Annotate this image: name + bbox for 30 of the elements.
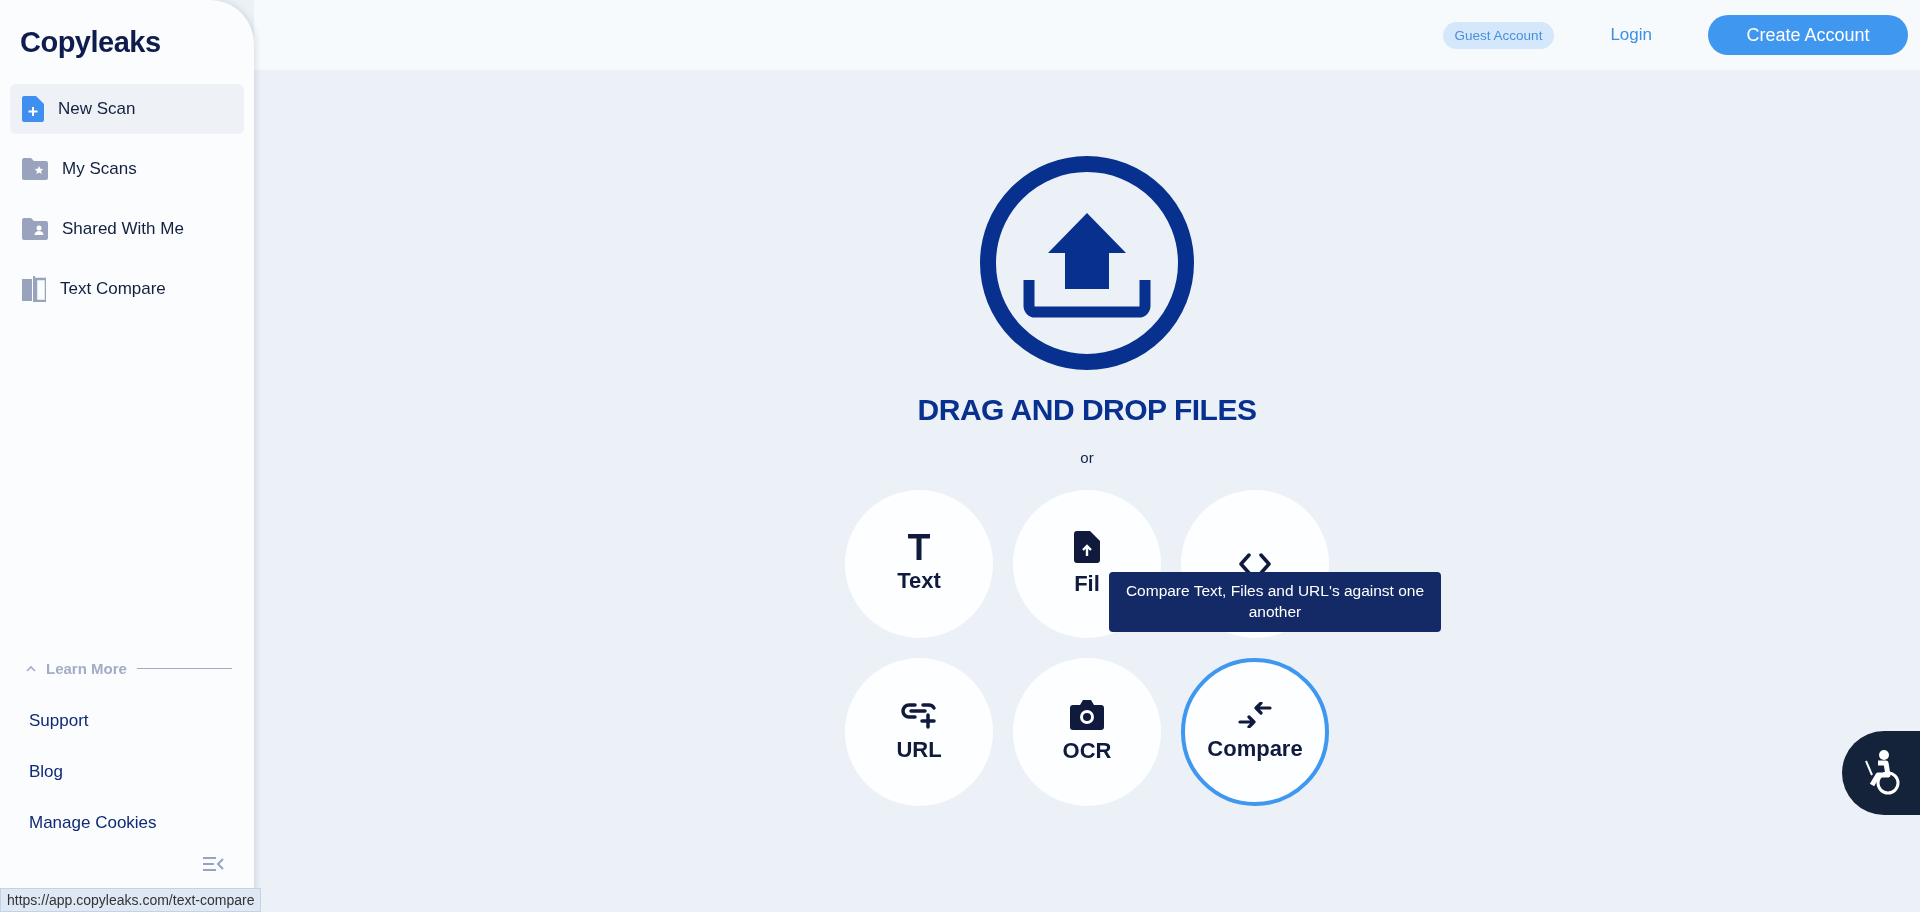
account-badge: Guest Account [1442, 21, 1555, 49]
camera-icon [1070, 700, 1104, 730]
sidebar-link[interactable]: Manage Cookies [29, 797, 244, 848]
or-text: or [1080, 449, 1094, 466]
scan-option[interactable]: OCR [1013, 658, 1161, 806]
new-file-icon [22, 96, 44, 122]
upload-icon[interactable] [979, 155, 1195, 371]
sidebar-link[interactable]: Support [29, 695, 244, 746]
logo[interactable]: Copyleaks [20, 25, 161, 59]
drop-title: DRAG AND DROP FILES [917, 393, 1257, 427]
accessibility-button[interactable] [1842, 731, 1920, 815]
star-folder-icon [22, 158, 48, 180]
nav-item[interactable]: My Scans [10, 144, 244, 194]
scan-option[interactable]: Text [845, 490, 993, 638]
nav-item[interactable]: New Scan [10, 84, 244, 134]
nav-item[interactable]: Text Compare [10, 264, 244, 314]
file-upload-icon [1074, 531, 1100, 563]
section-title: Learn More [46, 660, 127, 677]
link-add-icon [901, 701, 937, 729]
nav-item[interactable]: Shared With Me [10, 204, 244, 254]
split-page-icon [22, 276, 46, 302]
status-url: https://app.copyleaks.com/text-compare [0, 888, 262, 912]
scan-option[interactable]: URL [845, 658, 993, 806]
person-folder-icon [22, 218, 48, 240]
arrows-in-icon [1238, 702, 1272, 728]
code-icon [1238, 553, 1272, 575]
scan-option[interactable]: Compare [1181, 658, 1329, 806]
tooltip: Compare Text, Files and URL's against one another [1109, 572, 1441, 632]
letter-t-icon [908, 534, 930, 560]
sidebar-link[interactable]: Blog [29, 746, 244, 797]
